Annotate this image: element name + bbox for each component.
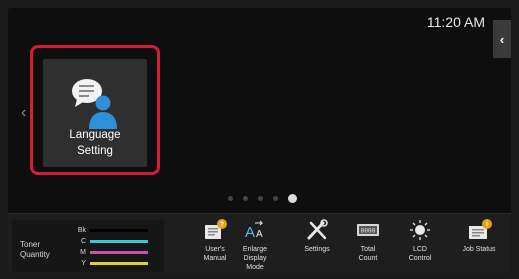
svg-text:!: ! [486, 222, 488, 229]
enlarge-display-mode-label: Enlarge Display Mode [231, 245, 279, 272]
svg-text:0000: 0000 [361, 228, 376, 235]
language-setting-tile[interactable]: Language Setting [43, 59, 147, 167]
label-line: Count [358, 255, 378, 262]
label-line: Display [243, 255, 267, 262]
previous-page-arrow[interactable]: ‹ [21, 104, 26, 122]
page-dot[interactable] [258, 196, 263, 201]
language-setting-icon [72, 79, 117, 129]
chevron-left-icon: ‹ [499, 31, 505, 47]
svg-text:A: A [256, 229, 263, 240]
book-icon: ? [205, 219, 227, 239]
toner-level-bar [90, 262, 148, 265]
label-line: Settings [304, 246, 330, 253]
brightness-icon [410, 220, 430, 240]
label-line: LCD [412, 246, 427, 253]
page-dot[interactable] [243, 196, 248, 201]
enlarge-text-icon: A A [245, 220, 264, 241]
tools-icon [307, 219, 328, 240]
svg-text:?: ? [220, 222, 224, 229]
toner-level-bar [90, 240, 148, 243]
toner-level-bar [90, 251, 148, 254]
label-line: Control [408, 255, 432, 262]
toner-row-c: C [60, 237, 148, 246]
counter-icon: 0000 [357, 224, 379, 236]
tile-label-line2: Setting [77, 145, 113, 157]
tile-label-line1: Language [69, 129, 121, 141]
toner-label: Bk [77, 227, 86, 234]
total-count-button[interactable]: 0000 Total Count [344, 218, 392, 273]
bottom-dock: Toner Quantity Bk C M Y ? User's Manual … [8, 213, 511, 273]
job-status-button[interactable]: ! Job Status [452, 218, 506, 273]
page-dot[interactable] [273, 196, 278, 201]
tile-label: Language Setting [43, 127, 147, 159]
lcd-control-label: LCD Control [396, 245, 444, 263]
total-count-label: Total Count [344, 245, 392, 263]
job-status-label: Job Status [452, 245, 506, 254]
enlarge-display-mode-button[interactable]: A A Enlarge Display Mode [231, 218, 279, 273]
toner-label: C [80, 238, 86, 245]
svg-text:A: A [245, 224, 255, 241]
toner-row-y: Y [60, 259, 148, 268]
language-setting-highlight: Language Setting [30, 45, 160, 175]
page-indicator [228, 194, 297, 203]
label-line: Mode [246, 264, 264, 271]
touch-panel-screen: 11:20 AM ‹ ‹ Language Setting Toner Quan… [8, 8, 511, 273]
clock: 11:20 AM [426, 14, 485, 30]
toner-level-bar [90, 229, 148, 232]
label-line: Enlarge [242, 246, 268, 253]
toner-title-line2: Quantity [20, 250, 50, 259]
toner-row-m: M [60, 248, 148, 257]
settings-button[interactable]: Settings [293, 218, 341, 273]
label-line: Total [360, 246, 376, 253]
side-panel-tab[interactable]: ‹ [493, 20, 511, 58]
job-status-icon: ! [469, 219, 492, 239]
page-dot[interactable] [228, 196, 233, 201]
toner-quantity-panel: Toner Quantity Bk C M Y [12, 220, 164, 272]
toner-title-line1: Toner [20, 240, 41, 249]
page-dot[interactable] [288, 194, 297, 203]
toner-row-bk: Bk [60, 226, 148, 235]
label-line: Job Status [462, 246, 496, 253]
lcd-control-button[interactable]: LCD Control [396, 218, 444, 273]
settings-label: Settings [293, 245, 341, 254]
toner-title: Toner Quantity [20, 240, 60, 260]
toner-label: Y [81, 260, 86, 267]
toner-label: M [80, 249, 86, 256]
